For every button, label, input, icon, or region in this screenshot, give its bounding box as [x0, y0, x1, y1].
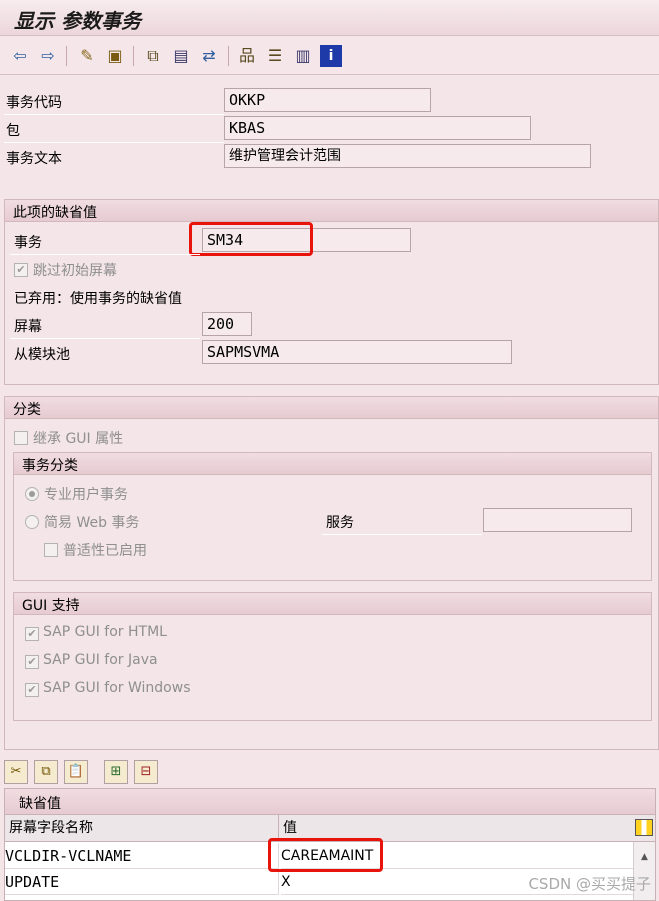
toolbar-separator [228, 46, 229, 66]
inherit-gui-checkbox[interactable] [14, 431, 28, 445]
column-settings-icon[interactable] [633, 815, 655, 842]
inherit-gui-label: 继承 GUI 属性 [33, 431, 124, 447]
package-field[interactable]: KBAS [224, 116, 531, 140]
display-icon[interactable]: ▤ [170, 45, 192, 67]
table-cell-field[interactable]: VCLDIR-VCLNAME [5, 843, 279, 869]
gui-windows-label: SAP GUI for Windows [43, 680, 191, 696]
hierarchy-icon[interactable]: 品 [236, 45, 258, 67]
table-title: 缺省值 [19, 796, 61, 812]
table-title-bar: 缺省值 [5, 789, 655, 815]
back-arrow-icon[interactable]: ⇦ [9, 45, 31, 67]
navigate-icon[interactable]: ⇄ [198, 45, 220, 67]
obsolete-label: 已弃用：使用事务的缺省值 [14, 291, 182, 307]
column-header-field[interactable]: 屏幕字段名称 [5, 815, 279, 842]
easy-web-radio[interactable] [25, 515, 39, 529]
gui-java-label: SAP GUI for Java [43, 652, 158, 668]
transaction-text-field[interactable]: 维护管理会计范围 [224, 144, 591, 168]
highlight-box [268, 838, 383, 872]
defaults-group-header: 此项的缺省值 [5, 200, 658, 222]
copy-icon[interactable]: ⧉ [34, 760, 58, 784]
skip-initial-label: 跳过初始屏幕 [33, 263, 117, 279]
layout-icon[interactable]: ▥ [292, 45, 314, 67]
pervasive-label: 普适性已启用 [63, 543, 147, 559]
tcode-label: 事务代码 [6, 95, 62, 111]
gui-support-group-header: GUI 支持 [14, 593, 651, 615]
page-title: 显示 参数事务 [14, 9, 141, 33]
gui-html-checkbox[interactable]: ✔ [25, 627, 39, 641]
forward-arrow-icon[interactable]: ⇨ [37, 45, 59, 67]
tcode-field[interactable]: OKKP [224, 88, 431, 112]
row-divider [4, 142, 224, 143]
save-icon[interactable]: ▣ [104, 45, 126, 67]
delete-row-icon[interactable]: ⊟ [134, 760, 158, 784]
skip-initial-checkbox[interactable]: ✔ [14, 263, 28, 277]
tx-class-group-header: 事务分类 [14, 453, 651, 475]
paste-icon[interactable]: 📋 [64, 760, 88, 784]
where-used-icon[interactable]: ☰ [264, 45, 286, 67]
other-object-icon[interactable]: ⧉ [142, 45, 164, 67]
screen-field[interactable]: 200 [202, 312, 252, 336]
module-pool-label: 从模块池 [14, 347, 70, 363]
edit-icon[interactable]: ✎ [76, 45, 98, 67]
service-label: 服务 [326, 515, 354, 531]
service-field[interactable] [483, 508, 632, 532]
row-divider [322, 534, 482, 535]
row-divider [10, 338, 200, 339]
package-label: 包 [6, 123, 20, 139]
info-icon[interactable]: i [320, 45, 342, 67]
row-divider [4, 114, 224, 115]
tx-class-group-title: 事务分类 [22, 458, 78, 474]
insert-row-icon[interactable]: ⊞ [104, 760, 128, 784]
table-cell-field[interactable]: UPDATE [5, 869, 279, 895]
gui-support-group-title: GUI 支持 [22, 598, 80, 614]
toolbar-separator [133, 46, 134, 66]
classification-group-title: 分类 [13, 402, 41, 418]
professional-radio[interactable] [25, 487, 39, 501]
module-pool-field[interactable]: SAPMSVMA [202, 340, 512, 364]
row-divider [10, 254, 200, 255]
defaults-group-title: 此项的缺省值 [13, 205, 97, 221]
gui-windows-checkbox[interactable]: ✔ [25, 683, 39, 697]
transaction-label: 事务 [14, 235, 42, 251]
gui-java-checkbox[interactable]: ✔ [25, 655, 39, 669]
gui-html-label: SAP GUI for HTML [43, 624, 167, 640]
easy-web-label: 简易 Web 事务 [44, 515, 140, 531]
title-bar: 显示 参数事务 [0, 0, 659, 36]
highlight-box [189, 222, 313, 256]
pervasive-checkbox[interactable] [44, 543, 58, 557]
scroll-up-icon[interactable]: ▲ [641, 852, 648, 862]
watermark: CSDN @买买提子 [528, 875, 651, 893]
toolbar-separator [66, 46, 67, 66]
application-toolbar: ⇦ ⇨ ✎ ▣ ⧉ ▤ ⇄ 品 ☰ ▥ i [0, 37, 659, 75]
screen-label: 屏幕 [14, 319, 42, 335]
text-label: 事务文本 [6, 151, 62, 167]
classification-group-header: 分类 [5, 397, 658, 419]
cut-icon[interactable]: ✂ [4, 760, 28, 784]
professional-label: 专业用户事务 [44, 487, 128, 503]
